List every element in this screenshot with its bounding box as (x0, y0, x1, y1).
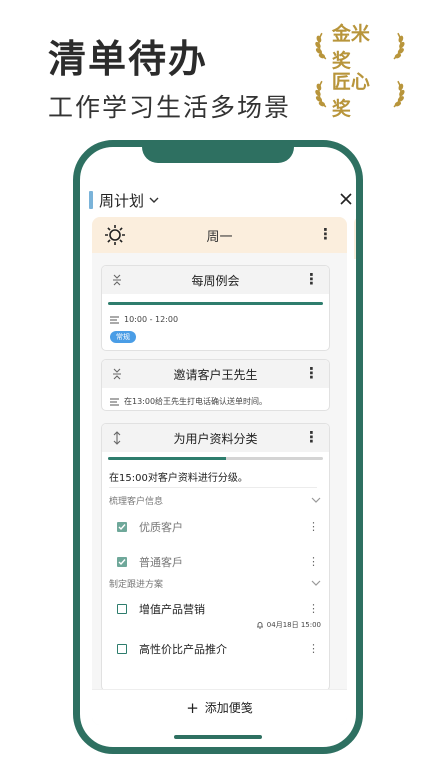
chevron-down-icon[interactable] (148, 194, 160, 206)
task-reminder: 04月18日 15:00 (102, 620, 329, 630)
more-vert-icon[interactable]: ⋮ (308, 643, 319, 654)
task-label: 高性价比产品推介 (139, 643, 227, 656)
note-time: 10:00 - 12:00 (124, 315, 179, 324)
phone-frame: 周计划 周一 ⋮ 每周例会 ⋮ 10:00 - 12:00 常规 邀请客户王先生… (73, 140, 363, 754)
chevron-down-icon[interactable] (311, 496, 321, 504)
checkbox-checked[interactable] (117, 522, 127, 532)
check-icon (118, 559, 126, 566)
more-vert-icon[interactable]: ⋮ (308, 521, 319, 532)
laurel-left-icon (315, 80, 327, 108)
note-title: 邀请客户王先生 (173, 367, 258, 382)
laurel-right-icon (393, 80, 405, 108)
task-item[interactable]: 优质客户 ⋮ (102, 516, 329, 538)
home-indicator (174, 735, 262, 739)
text-lines-icon (110, 316, 119, 323)
note-title: 为用户资料分类 (173, 431, 258, 446)
checkbox-unchecked[interactable] (117, 604, 127, 614)
laurel-left-icon (315, 32, 327, 60)
plus-icon: + (186, 698, 199, 717)
note-card[interactable]: 邀请客户王先生 ⋮ 在13:00给王先生打电话确认送单时间。 (101, 359, 330, 411)
more-vert-icon[interactable]: ⋮ (318, 227, 333, 242)
chevron-down-icon[interactable] (311, 579, 321, 587)
note-card[interactable]: 为用户资料分类 ⋮ 在15:00对客户资料进行分级。 梳理客户信息 优质客户 ⋮ (101, 423, 330, 691)
award-label: 金米奖 (331, 23, 370, 72)
note-description: 在13:00给王先生打电话确认送单时间。 (124, 397, 268, 406)
phone-notch (142, 147, 294, 163)
task-label: 增值产品营销 (139, 603, 205, 616)
progress-complete-bar (108, 302, 323, 305)
laurel-right-icon (393, 32, 405, 60)
note-card[interactable]: 每周例会 ⋮ 10:00 - 12:00 常规 (101, 265, 330, 351)
add-note-button[interactable]: + 添加便笺 (92, 689, 347, 725)
note-title: 每周例会 (191, 273, 240, 288)
expand-arrows-icon[interactable] (111, 431, 123, 445)
day-card: 周一 ⋮ 每周例会 ⋮ 10:00 - 12:00 常规 邀请客户王先生 ⋮ 在… (92, 217, 347, 725)
note-time-row: 10:00 - 12:00 (110, 315, 329, 324)
note-description-row: 在13:00给王先生打电话确认送单时间。 (110, 396, 329, 407)
bell-icon (256, 622, 263, 629)
add-note-label: 添加便笺 (204, 701, 253, 715)
task-label: 优质客户 (139, 521, 183, 534)
day-card-header: 周一 ⋮ (92, 217, 347, 253)
note-header: 每周例会 ⋮ (102, 266, 329, 294)
text-lines-icon (110, 398, 119, 405)
category-tag[interactable]: 常规 (110, 331, 136, 343)
task-item[interactable]: 普通客戶 ⋮ (102, 551, 329, 573)
app-header: 周计划 (89, 187, 354, 213)
more-vert-icon[interactable]: ⋮ (308, 603, 319, 614)
more-vert-icon[interactable]: ⋮ (304, 366, 319, 381)
title-accent-bar (89, 191, 93, 209)
next-day-card-peek[interactable] (354, 217, 356, 259)
more-vert-icon[interactable]: ⋮ (308, 556, 319, 567)
reminder-time: 04月18日 15:00 (266, 621, 321, 629)
task-label: 普通客戶 (139, 556, 183, 569)
collapse-arrows-icon[interactable] (111, 273, 123, 287)
task-group-name: 梳理客户信息 (109, 496, 164, 507)
divider (109, 487, 317, 488)
plan-selector-label[interactable]: 周计划 (99, 190, 144, 211)
note-description: 在15:00对客户资料进行分级。 (109, 473, 248, 484)
more-vert-icon[interactable]: ⋮ (304, 272, 319, 287)
day-name: 周一 (206, 229, 233, 245)
sun-icon (105, 225, 125, 245)
note-header: 邀请客户王先生 ⋮ (102, 360, 329, 388)
task-group-header[interactable]: 梳理客户信息 (102, 490, 329, 510)
note-progress-fill (108, 457, 227, 460)
note-progress-bar (108, 457, 323, 460)
task-group-name: 制定跟进方案 (109, 579, 164, 590)
more-vert-icon[interactable]: ⋮ (304, 430, 319, 445)
award-label: 匠心奖 (331, 71, 370, 120)
checkbox-unchecked[interactable] (117, 644, 127, 654)
task-item[interactable]: 增值产品营销 ⋮ (102, 598, 329, 620)
task-item[interactable]: 高性价比产品推介 ⋮ (102, 638, 329, 660)
task-group-header[interactable]: 制定跟进方案 (102, 573, 329, 593)
checkbox-checked[interactable] (117, 557, 127, 567)
check-icon (118, 524, 126, 531)
collapse-arrows-icon[interactable] (111, 367, 123, 381)
promo-subline: 工作学习生活多场景 (48, 93, 292, 122)
promo-headline: 清单待办 (48, 37, 209, 81)
award-badge-craftsman: 匠心奖 (314, 71, 406, 120)
close-icon[interactable] (338, 191, 354, 207)
award-badge-gold-rice: 金米奖 (314, 23, 406, 72)
note-header: 为用户资料分类 ⋮ (102, 424, 329, 452)
